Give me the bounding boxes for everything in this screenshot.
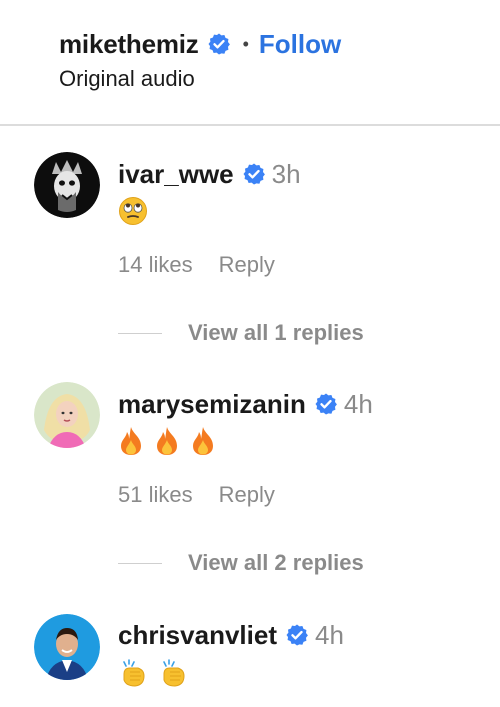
comment-timestamp: 4h bbox=[343, 388, 373, 419]
avatar[interactable] bbox=[34, 152, 100, 218]
fire-emoji-icon bbox=[121, 427, 141, 455]
view-replies-button[interactable]: View all 1 replies bbox=[188, 320, 364, 346]
comment-header: ivar_wwe 3h bbox=[118, 156, 301, 192]
like-count[interactable]: 51 likes bbox=[118, 482, 193, 508]
author-username[interactable]: mikethemiz bbox=[59, 29, 199, 60]
comment-timestamp: 3h bbox=[271, 158, 301, 189]
view-replies-row: View all 2 replies bbox=[118, 550, 364, 576]
post-header: mikethemiz • Follow Original audio bbox=[0, 0, 500, 126]
comment-actions: 51 likes Reply bbox=[118, 482, 275, 508]
clapping-hands-emoji-icon bbox=[123, 659, 145, 687]
maryse-avatar-icon bbox=[34, 382, 100, 448]
ivar-avatar-icon bbox=[34, 152, 100, 218]
comment-header: marysemizanin 4h bbox=[118, 386, 373, 422]
separator-dot: • bbox=[242, 34, 249, 54]
replies-divider bbox=[118, 332, 162, 334]
verified-badge-icon bbox=[243, 163, 265, 185]
verified-badge-icon bbox=[286, 624, 308, 646]
comment-text bbox=[118, 426, 216, 456]
verified-badge-icon bbox=[315, 393, 337, 415]
view-replies-row: View all 1 replies bbox=[118, 320, 364, 346]
replies-divider bbox=[118, 562, 162, 564]
verified-badge-icon bbox=[208, 33, 230, 55]
follow-button[interactable]: Follow bbox=[259, 29, 341, 60]
comment-header: chrisvanvliet 4h bbox=[118, 617, 344, 653]
comment-actions: 14 likes Reply bbox=[118, 252, 275, 278]
reply-button[interactable]: Reply bbox=[219, 252, 275, 278]
avatar[interactable] bbox=[34, 382, 100, 448]
audio-label[interactable]: Original audio bbox=[59, 66, 195, 92]
fire-emoji-icon bbox=[157, 427, 177, 455]
eye-roll-emoji-icon bbox=[119, 197, 147, 225]
like-count[interactable]: 14 likes bbox=[118, 252, 193, 278]
comment-username[interactable]: chrisvanvliet bbox=[118, 620, 277, 651]
avatar[interactable] bbox=[34, 614, 100, 680]
comment-username[interactable]: ivar_wwe bbox=[118, 159, 234, 190]
author-row: mikethemiz • Follow bbox=[59, 26, 341, 62]
comment-text bbox=[118, 196, 148, 226]
comment-text bbox=[118, 658, 190, 688]
chris-avatar-icon bbox=[34, 614, 100, 680]
view-replies-button[interactable]: View all 2 replies bbox=[188, 550, 364, 576]
comment-timestamp: 4h bbox=[314, 619, 344, 650]
comments-panel: mikethemiz • Follow Original audio ivar_… bbox=[0, 0, 500, 707]
fire-emoji-icon bbox=[193, 427, 213, 455]
reply-button[interactable]: Reply bbox=[219, 482, 275, 508]
comment-username[interactable]: marysemizanin bbox=[118, 389, 306, 420]
clapping-hands-emoji-icon bbox=[163, 659, 185, 687]
